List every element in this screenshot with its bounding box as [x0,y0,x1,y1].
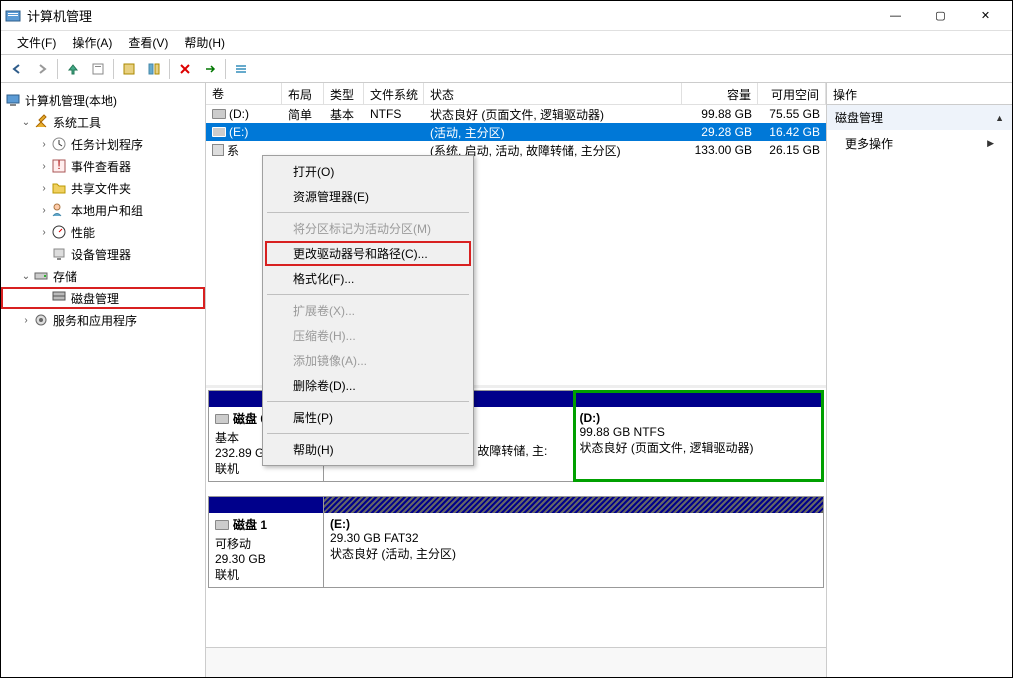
list-view-button[interactable] [229,57,253,81]
menu-file[interactable]: 文件(F) [9,32,64,53]
col-layout[interactable]: 布局 [282,83,324,104]
disk-row: 磁盘 1可移动29.30 GB联机 (E:)29.30 GB FAT32状态良好… [208,496,824,588]
tree-system-tools[interactable]: ⌄ 系统工具 [1,111,205,133]
storage-icon [33,268,49,284]
services-icon [33,312,49,328]
ctx-format[interactable]: 格式化(F)... [265,266,471,291]
expand-icon[interactable]: › [37,183,51,194]
back-button[interactable] [5,57,29,81]
volume-list-header: 卷 布局 类型 文件系统 状态 容量 可用空间 [206,83,826,105]
tree-event-viewer[interactable]: › ! 事件查看器 [1,155,205,177]
window-title: 计算机管理 [27,6,873,25]
perf-icon [51,224,67,240]
disk-icon [215,414,229,424]
computer-icon [5,92,21,108]
volume-row[interactable]: (E:)(活动, 主分区)29.28 GB16.42 GB [206,123,826,141]
col-free[interactable]: 可用空间 [758,83,826,104]
ctx-mirror: 添加镜像(A)... [265,348,471,373]
ctx-properties[interactable]: 属性(P) [265,405,471,430]
view-button-1[interactable] [117,57,141,81]
collapse-icon[interactable]: ⌄ [19,117,33,128]
ctx-change-drive-letter[interactable]: 更改驱动器号和路径(C)... [265,241,471,266]
actions-pane: 操作 磁盘管理 ▲ 更多操作 ▶ [827,83,1012,677]
menu-bar: 文件(F) 操作(A) 查看(V) 帮助(H) [1,31,1012,55]
partition-icon [212,144,224,156]
users-icon [51,202,67,218]
tree-local-users[interactable]: › 本地用户和组 [1,199,205,221]
col-filesystem[interactable]: 文件系统 [364,83,424,104]
drive-icon [212,109,226,119]
minimize-button[interactable]: — [873,1,918,30]
ctx-shrink: 压缩卷(H)... [265,323,471,348]
action-button[interactable] [198,57,222,81]
ctx-open[interactable]: 打开(O) [265,159,471,184]
drive-icon [212,127,226,137]
ctx-help[interactable]: 帮助(H) [265,437,471,462]
disk-mgmt-icon [51,290,67,306]
delete-button[interactable] [173,57,197,81]
expand-icon[interactable]: › [37,227,51,238]
device-icon [51,246,67,262]
disk-icon [215,520,229,530]
folder-icon [51,180,67,196]
tree-device-manager[interactable]: 设备管理器 [1,243,205,265]
context-menu[interactable]: 打开(O) 资源管理器(E) 将分区标记为活动分区(M) 更改驱动器号和路径(C… [262,155,474,466]
expand-icon[interactable]: › [19,315,33,326]
collapse-icon[interactable]: ▲ [995,113,1004,123]
view-button-2[interactable] [142,57,166,81]
expand-icon[interactable]: › [37,139,51,150]
ctx-explorer[interactable]: 资源管理器(E) [265,184,471,209]
col-status[interactable]: 状态 [424,83,682,104]
app-icon [5,8,21,24]
tools-icon [33,114,49,130]
expand-icon[interactable]: › [37,205,51,216]
volume-row[interactable]: (D:)简单基本NTFS状态良好 (页面文件, 逻辑驱动器)99.88 GB75… [206,105,826,123]
tree-root[interactable]: 计算机管理(本地) [1,89,205,111]
navigation-tree[interactable]: 计算机管理(本地) ⌄ 系统工具 › 任务计划程序 › ! 事件查看器 › 共享… [1,83,206,677]
close-button[interactable]: ✕ [963,1,1008,30]
properties-button[interactable] [86,57,110,81]
up-button[interactable] [61,57,85,81]
menu-action[interactable]: 操作(A) [64,32,120,53]
ctx-mark-active: 将分区标记为活动分区(M) [265,216,471,241]
event-icon: ! [51,158,67,174]
action-more[interactable]: 更多操作 ▶ [827,130,1012,157]
expand-icon[interactable]: › [37,161,51,172]
legend-bar [206,647,826,677]
tree-storage[interactable]: ⌄ 存储 [1,265,205,287]
partition[interactable]: (D:)99.88 GB NTFS状态良好 (页面文件, 逻辑驱动器) [574,391,824,481]
tree-services-apps[interactable]: › 服务和应用程序 [1,309,205,331]
ctx-delete[interactable]: 删除卷(D)... [265,373,471,398]
toolbar [1,55,1012,83]
collapse-icon[interactable]: ⌄ [19,271,33,282]
actions-header: 操作 [827,83,1012,105]
disk-label[interactable]: 磁盘 1可移动29.30 GB联机 [209,497,324,587]
tree-disk-management[interactable]: 磁盘管理 [1,287,205,309]
chevron-right-icon: ▶ [987,138,994,149]
col-type[interactable]: 类型 [324,83,364,104]
menu-view[interactable]: 查看(V) [120,32,176,53]
ctx-extend: 扩展卷(X)... [265,298,471,323]
svg-text:!: ! [57,158,60,172]
tree-shared-folders[interactable]: › 共享文件夹 [1,177,205,199]
tree-performance[interactable]: › 性能 [1,221,205,243]
forward-button[interactable] [30,57,54,81]
partition[interactable]: (E:)29.30 GB FAT32状态良好 (活动, 主分区) [324,497,823,587]
title-bar: 计算机管理 — ▢ ✕ [1,1,1012,31]
maximize-button[interactable]: ▢ [918,1,963,30]
actions-section[interactable]: 磁盘管理 ▲ [827,105,1012,130]
clock-icon [51,136,67,152]
tree-task-scheduler[interactable]: › 任务计划程序 [1,133,205,155]
col-volume[interactable]: 卷 [206,83,282,104]
menu-help[interactable]: 帮助(H) [176,32,233,53]
col-capacity[interactable]: 容量 [682,83,758,104]
